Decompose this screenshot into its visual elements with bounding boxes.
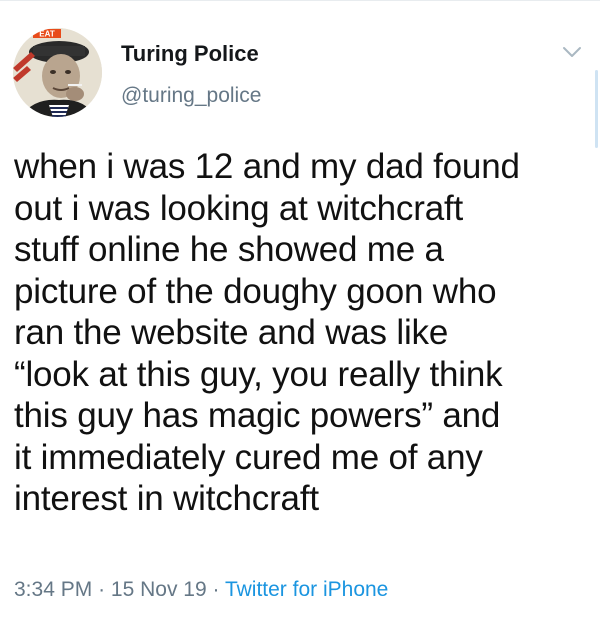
tweet-text: when i was 12 and my dad found out i was… bbox=[14, 147, 520, 518]
user-handle[interactable]: @turing_police bbox=[121, 84, 261, 108]
tweet-source-link[interactable]: Twitter for iPhone bbox=[225, 578, 388, 601]
scrollbar[interactable] bbox=[595, 70, 598, 148]
tweet-menu-button[interactable] bbox=[560, 40, 584, 64]
tweet-date[interactable]: 15 Nov 19 bbox=[111, 578, 207, 601]
display-name[interactable]: Turing Police bbox=[121, 41, 259, 67]
chevron-down-icon bbox=[563, 47, 581, 57]
top-divider bbox=[0, 0, 600, 1]
tweet-time[interactable]: 3:34 PM bbox=[14, 578, 92, 601]
avatar-badge-text: EAT bbox=[39, 30, 55, 39]
avatar[interactable]: EAT bbox=[13, 28, 102, 117]
meta-separator: · bbox=[98, 578, 106, 601]
tweet-metadata: 3:34 PM · 15 Nov 19 · Twitter for iPhone bbox=[14, 578, 388, 602]
meta-separator: · bbox=[212, 578, 220, 601]
profile-photo-icon: EAT bbox=[13, 28, 102, 117]
